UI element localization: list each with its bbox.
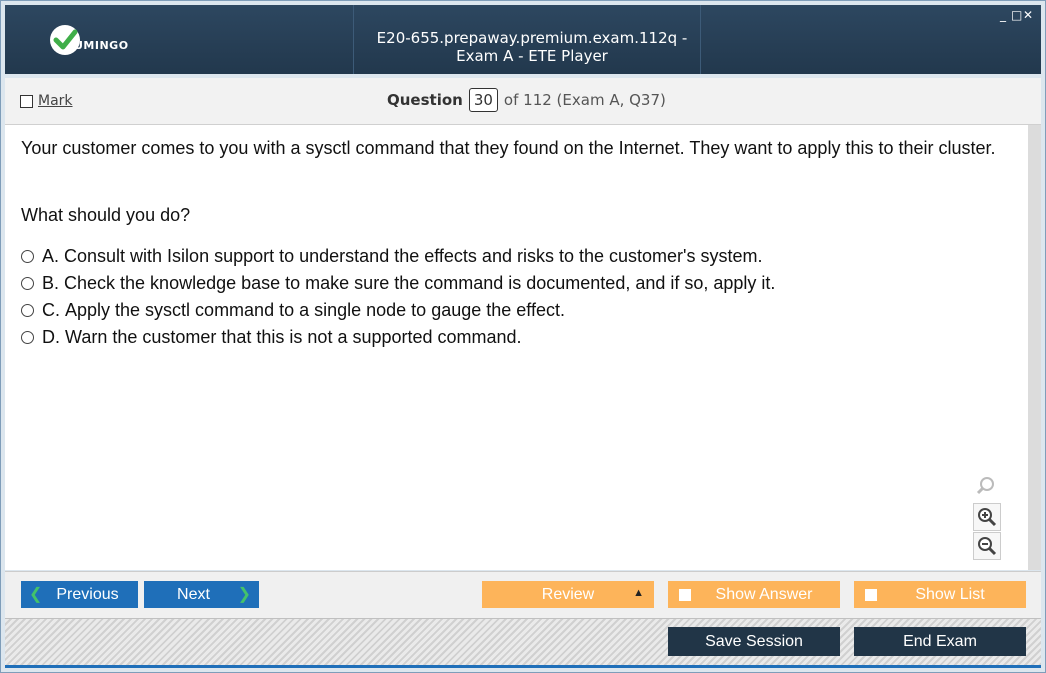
answer-text: Warn the customer that this is not a sup…	[65, 327, 522, 347]
zoom-reset-icon[interactable]	[973, 473, 999, 499]
bottom-action-bar: Save Session End Exam	[5, 618, 1041, 666]
review-button[interactable]: Review ▲	[482, 581, 654, 608]
show-list-button[interactable]: Show List	[854, 581, 1026, 608]
answer-text: Check the knowledge base to make sure th…	[64, 273, 776, 293]
question-counter: Question 30 of 112 (Exam A, Q37)	[387, 88, 666, 112]
radio-icon[interactable]	[21, 331, 34, 344]
checkbox-icon[interactable]	[865, 589, 877, 601]
checkbox-icon[interactable]	[679, 589, 691, 601]
answer-letter: D.	[42, 327, 60, 347]
question-prompt: What should you do?	[21, 205, 191, 225]
next-label: Next	[177, 585, 210, 603]
question-label: Question	[387, 91, 463, 109]
window-controls: _□✕	[999, 8, 1035, 22]
vumingo-logo: UMINGO	[50, 25, 140, 57]
title-separator	[353, 5, 354, 74]
previous-label: Previous	[56, 585, 119, 603]
save-session-button[interactable]: Save Session	[668, 627, 840, 656]
minimize-icon[interactable]: _	[999, 8, 1011, 22]
answer-letter: B.	[42, 273, 60, 293]
chevron-left-icon: ❮	[29, 586, 43, 603]
chevron-right-icon: ❯	[237, 586, 251, 603]
mark-label: Mark	[38, 93, 73, 109]
bottom-accent-line	[5, 665, 1041, 668]
answer-option-d[interactable]: D. Warn the customer that this is not a …	[21, 324, 775, 351]
previous-button[interactable]: ❮ Previous	[21, 581, 138, 608]
vertical-scrollbar[interactable]	[1028, 125, 1041, 570]
title-bar: UMINGO E20-655.prepaway.premium.exam.112…	[5, 5, 1041, 74]
answer-text: Apply the sysctl command to a single nod…	[65, 300, 565, 320]
answer-option-c[interactable]: C. Apply the sysctl command to a single …	[21, 297, 775, 324]
answer-letter: C.	[42, 300, 60, 320]
answer-option-b[interactable]: B. Check the knowledge base to make sure…	[21, 270, 775, 297]
review-label: Review	[541, 585, 595, 603]
checkbox-icon[interactable]	[20, 94, 33, 108]
question-header: Mark Question 30 of 112 (Exam A, Q37)	[5, 78, 1041, 125]
close-icon[interactable]: ✕	[1023, 8, 1035, 22]
zoom-out-icon[interactable]	[973, 532, 1001, 560]
next-button[interactable]: Next ❯	[144, 581, 259, 608]
logo-text: UMINGO	[74, 39, 129, 52]
answer-letter: A.	[42, 246, 60, 266]
question-text: Your customer comes to you with a sysctl…	[21, 138, 996, 158]
navigation-bar: ❮ Previous Next ❯ Review ▲ Show Answer S…	[5, 571, 1041, 618]
answer-option-a[interactable]: A. Consult with Isilon support to unders…	[21, 243, 775, 270]
window-title: E20-655.prepaway.premium.exam.112q - Exa…	[376, 29, 688, 65]
radio-icon[interactable]	[21, 277, 34, 290]
radio-icon[interactable]	[21, 250, 34, 263]
show-answer-button[interactable]: Show Answer	[668, 581, 840, 608]
question-content: Your customer comes to you with a sysctl…	[5, 125, 1028, 570]
radio-icon[interactable]	[21, 304, 34, 317]
zoom-in-icon[interactable]	[973, 503, 1001, 531]
end-exam-button[interactable]: End Exam	[854, 627, 1026, 656]
show-answer-label: Show Answer	[715, 585, 813, 603]
answer-text: Consult with Isilon support to understan…	[64, 246, 763, 266]
answer-list: A. Consult with Isilon support to unders…	[21, 243, 775, 351]
maximize-icon[interactable]: □	[1011, 8, 1023, 22]
question-total: of 112 (Exam A, Q37)	[503, 91, 666, 109]
triangle-up-icon: ▲	[633, 587, 644, 599]
show-list-label: Show List	[915, 585, 985, 603]
mark-checkbox[interactable]: Mark	[20, 93, 73, 109]
question-number-input[interactable]: 30	[468, 88, 498, 112]
